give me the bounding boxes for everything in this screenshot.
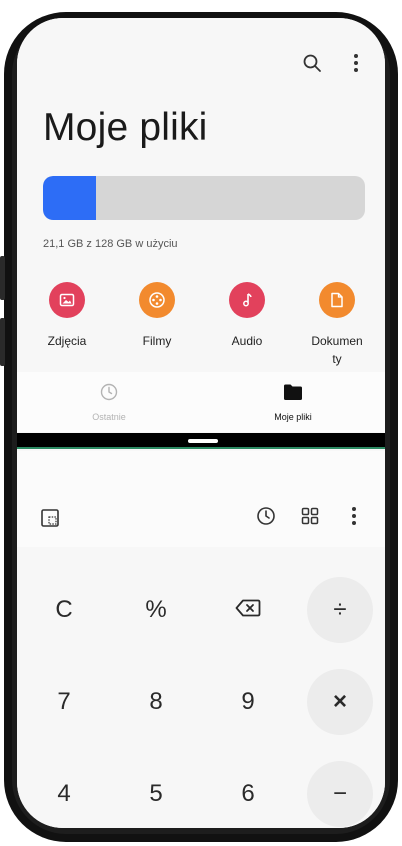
minus-button[interactable]: − xyxy=(307,761,373,827)
tab-my-files[interactable]: Moje pliki xyxy=(201,372,385,432)
category-list: Zdjęcia Filmy Audio Dokumenty xyxy=(27,282,377,368)
my-files-app: Moje pliki 21,1 GB z 128 GB w użyciu Zdj… xyxy=(17,18,385,438)
search-icon[interactable] xyxy=(301,52,323,74)
storage-bar-fill xyxy=(43,176,97,220)
tab-my-files-label: Moje pliki xyxy=(274,411,312,422)
divide-button[interactable]: ÷ xyxy=(307,577,373,643)
storage-bar[interactable] xyxy=(43,176,365,220)
files-toolbar xyxy=(301,52,367,74)
multiply-button[interactable]: × xyxy=(307,669,373,735)
tab-recent-label: Ostatnie xyxy=(92,411,126,422)
category-videos[interactable]: Filmy xyxy=(117,282,197,368)
storage-usage-text: 21,1 GB z 128 GB w użyciu xyxy=(43,238,178,250)
power-button xyxy=(0,318,5,366)
music-note-icon xyxy=(229,282,265,318)
category-images[interactable]: Zdjęcia xyxy=(27,282,107,368)
bottom-navigation: Ostatnie Moje pliki xyxy=(17,372,385,432)
percent-button[interactable]: % xyxy=(123,577,189,643)
digit-6-button[interactable]: 6 xyxy=(215,761,281,827)
document-icon xyxy=(319,282,355,318)
clear-button[interactable]: C xyxy=(31,577,97,643)
volume-button xyxy=(0,256,5,300)
unit-converter-icon[interactable] xyxy=(39,507,61,529)
digit-5-button[interactable]: 5 xyxy=(123,761,189,827)
calculator-app: C % ÷ 7 8 9 × 4 5 6 − xyxy=(17,451,385,828)
split-drag-handle[interactable] xyxy=(188,439,218,443)
digit-8-button[interactable]: 8 xyxy=(123,669,189,735)
category-label: Audio xyxy=(231,334,263,348)
category-label: Zdjęcia xyxy=(47,334,87,348)
backspace-icon xyxy=(235,596,261,624)
page-title: Moje pliki xyxy=(43,106,208,149)
grid-view-icon[interactable] xyxy=(299,505,321,527)
category-label: Dokumenty xyxy=(311,334,363,366)
calculator-toolbar-icons xyxy=(255,505,365,527)
backspace-button[interactable] xyxy=(215,577,281,643)
image-icon xyxy=(49,282,85,318)
history-clock-icon[interactable] xyxy=(255,505,277,527)
digit-4-button[interactable]: 4 xyxy=(31,761,97,827)
film-reel-icon xyxy=(139,282,175,318)
folder-icon xyxy=(283,383,303,406)
calculator-toolbar xyxy=(17,451,385,547)
category-audio[interactable]: Audio xyxy=(207,282,287,368)
category-documents[interactable]: Dokumenty xyxy=(297,282,377,368)
digit-7-button[interactable]: 7 xyxy=(31,669,97,735)
digit-9-button[interactable]: 9 xyxy=(215,669,281,735)
more-options-icon[interactable] xyxy=(343,505,365,527)
tab-recent[interactable]: Ostatnie xyxy=(17,372,201,432)
more-options-icon[interactable] xyxy=(345,52,367,74)
screen: Moje pliki 21,1 GB z 128 GB w użyciu Zdj… xyxy=(17,18,385,828)
category-label: Filmy xyxy=(142,334,172,348)
clock-icon xyxy=(100,383,118,406)
